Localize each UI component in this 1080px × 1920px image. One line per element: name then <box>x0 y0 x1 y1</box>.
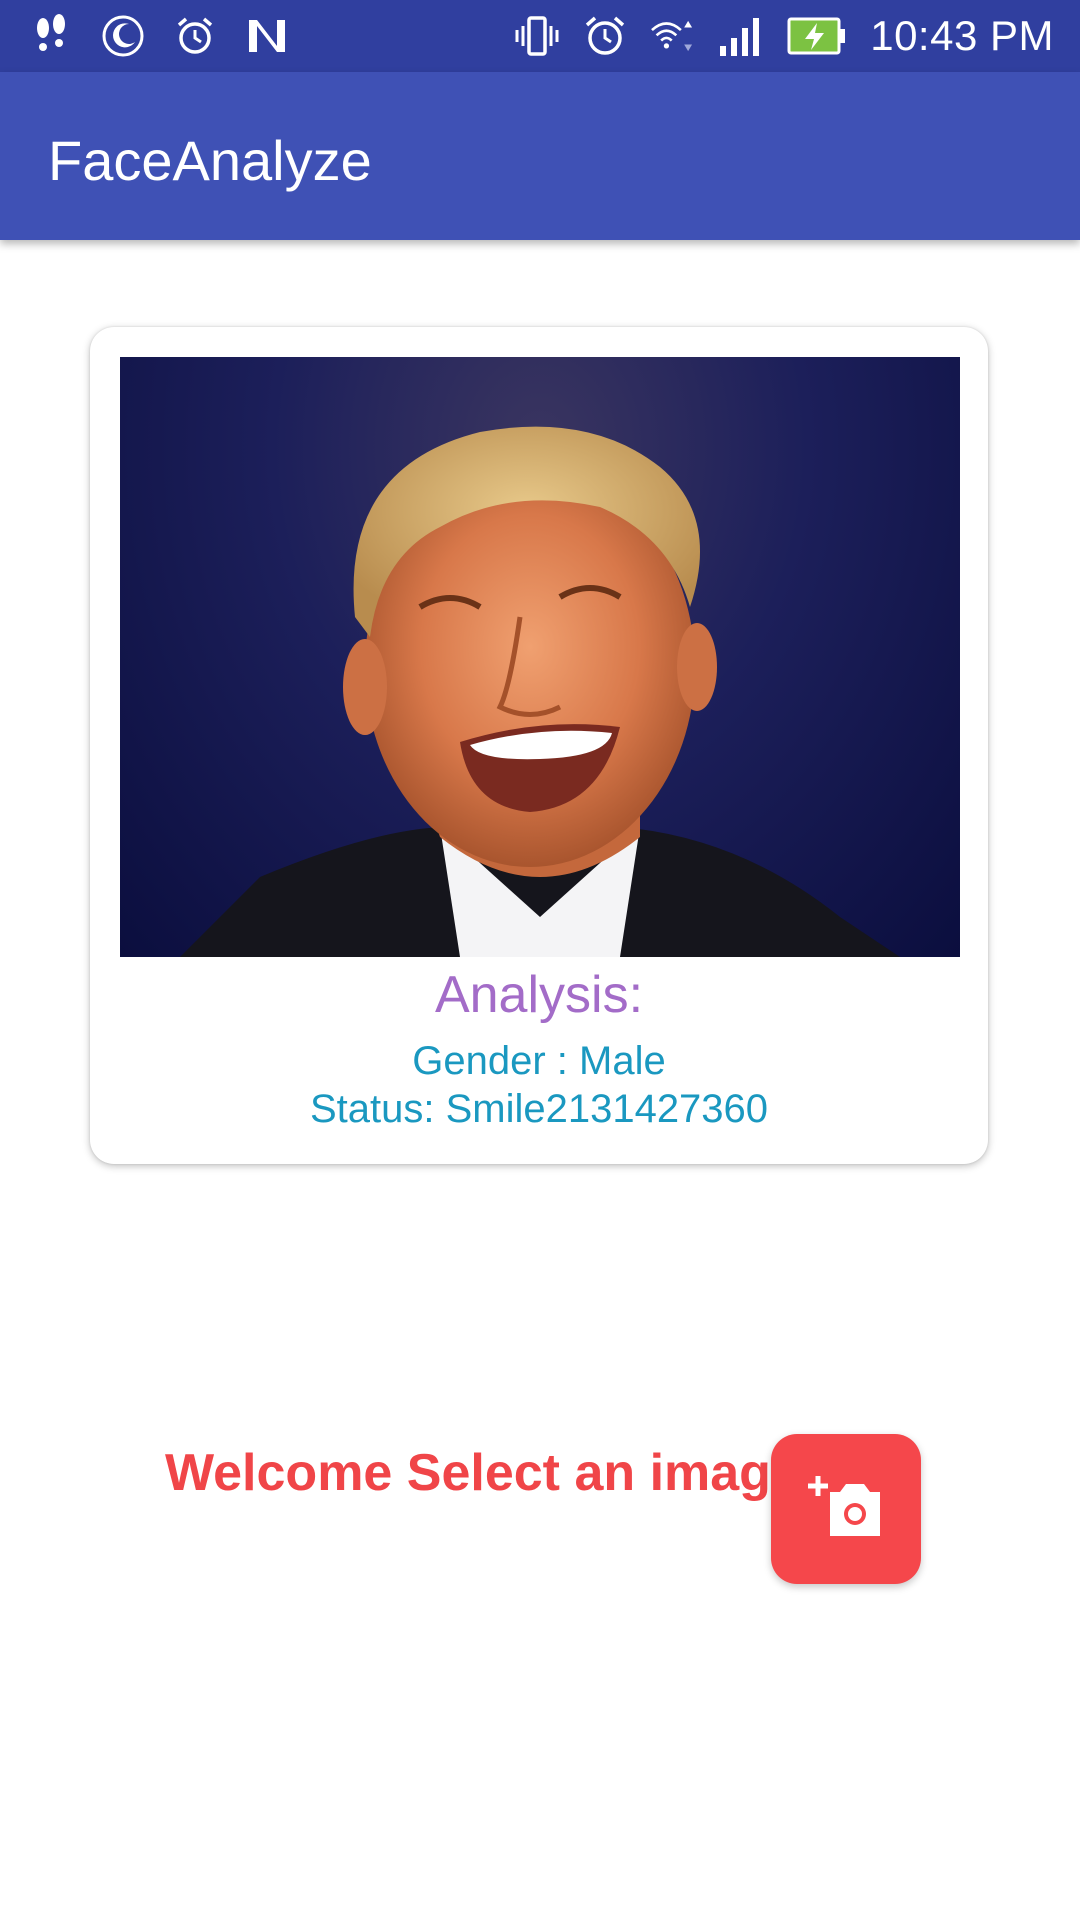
alarm-icon <box>582 13 628 59</box>
alarm-clock-icon <box>172 13 218 59</box>
status-bar-left-icons <box>28 0 316 72</box>
add-photo-button[interactable] <box>771 1434 921 1584</box>
vibrate-icon <box>514 13 560 59</box>
analysis-title: Analysis: <box>434 966 644 1024</box>
face-photo <box>120 357 960 957</box>
status-bar: 10:43 PM <box>0 0 1080 72</box>
status-time: 10:43 PM <box>870 12 1054 59</box>
app-title: FaceAnalyze <box>48 129 372 192</box>
footprints-icon <box>28 13 74 59</box>
status-bar-right-icons: 10:43 PM <box>514 0 1054 72</box>
analysis-card: Analysis: Gender : Male Status: Smile213… <box>90 327 988 1164</box>
n-logo-icon <box>244 13 290 59</box>
add-camera-icon <box>808 1474 884 1545</box>
welcome-message: Welcome Select an image <box>165 1444 800 1502</box>
signal-icon <box>718 13 764 59</box>
wifi-icon <box>650 13 696 59</box>
moon-icon <box>100 13 146 59</box>
gender-result: Gender : Male <box>412 1039 666 1083</box>
status-result: Status: Smile2131427360 <box>309 1087 769 1131</box>
app-bar: FaceAnalyze <box>0 72 1080 240</box>
battery-charging-icon <box>786 13 848 59</box>
